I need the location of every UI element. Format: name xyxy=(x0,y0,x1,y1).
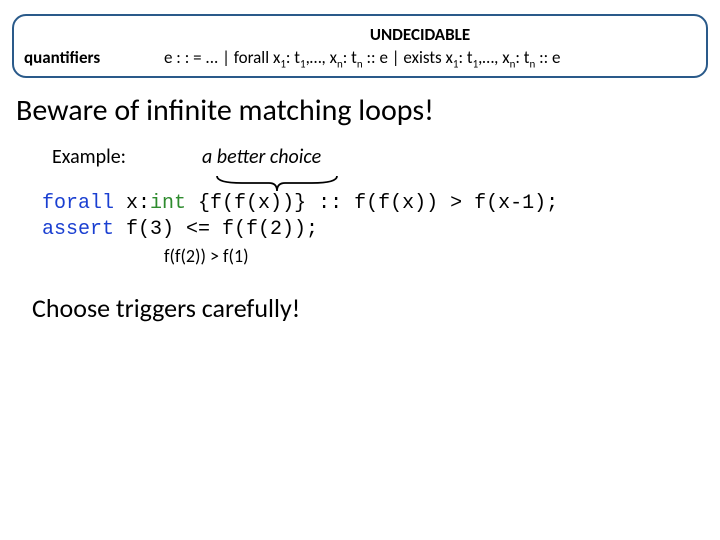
code-block: forall x:int {f(f(x))} :: f(f(x)) > f(x-… xyxy=(42,191,708,268)
quantifiers-label: quantifiers xyxy=(24,47,164,68)
grammar-text: e : : = ... | forall x1: t1,…, xn: tn ::… xyxy=(164,47,696,70)
example-row: Example: a better choice xyxy=(52,145,708,169)
code-line-forall: forall x:int {f(f(x))} :: f(f(x)) > f(x-… xyxy=(42,191,708,217)
example-label: Example: xyxy=(52,145,202,169)
curly-brace-icon xyxy=(212,171,708,193)
keyword-forall: forall xyxy=(42,192,114,215)
grammar-rule-box: UNDECIDABLE quantifiers e : : = ... | fo… xyxy=(12,14,708,78)
quantifiers-row: quantifiers e : : = ... | forall x1: t1,… xyxy=(24,47,696,70)
better-choice-label: a better choice xyxy=(202,145,321,169)
derived-line: f(f(2)) > f(1) xyxy=(164,245,708,268)
code-line-assert: assert f(3) <= f(f(2)); xyxy=(42,217,708,243)
type-int: int xyxy=(150,192,186,215)
undecidable-label: UNDECIDABLE xyxy=(24,24,696,45)
page-heading: Beware of infinite matching loops! xyxy=(16,92,708,129)
keyword-assert: assert xyxy=(42,218,114,241)
conclusion-text: Choose triggers carefully! xyxy=(32,292,708,324)
